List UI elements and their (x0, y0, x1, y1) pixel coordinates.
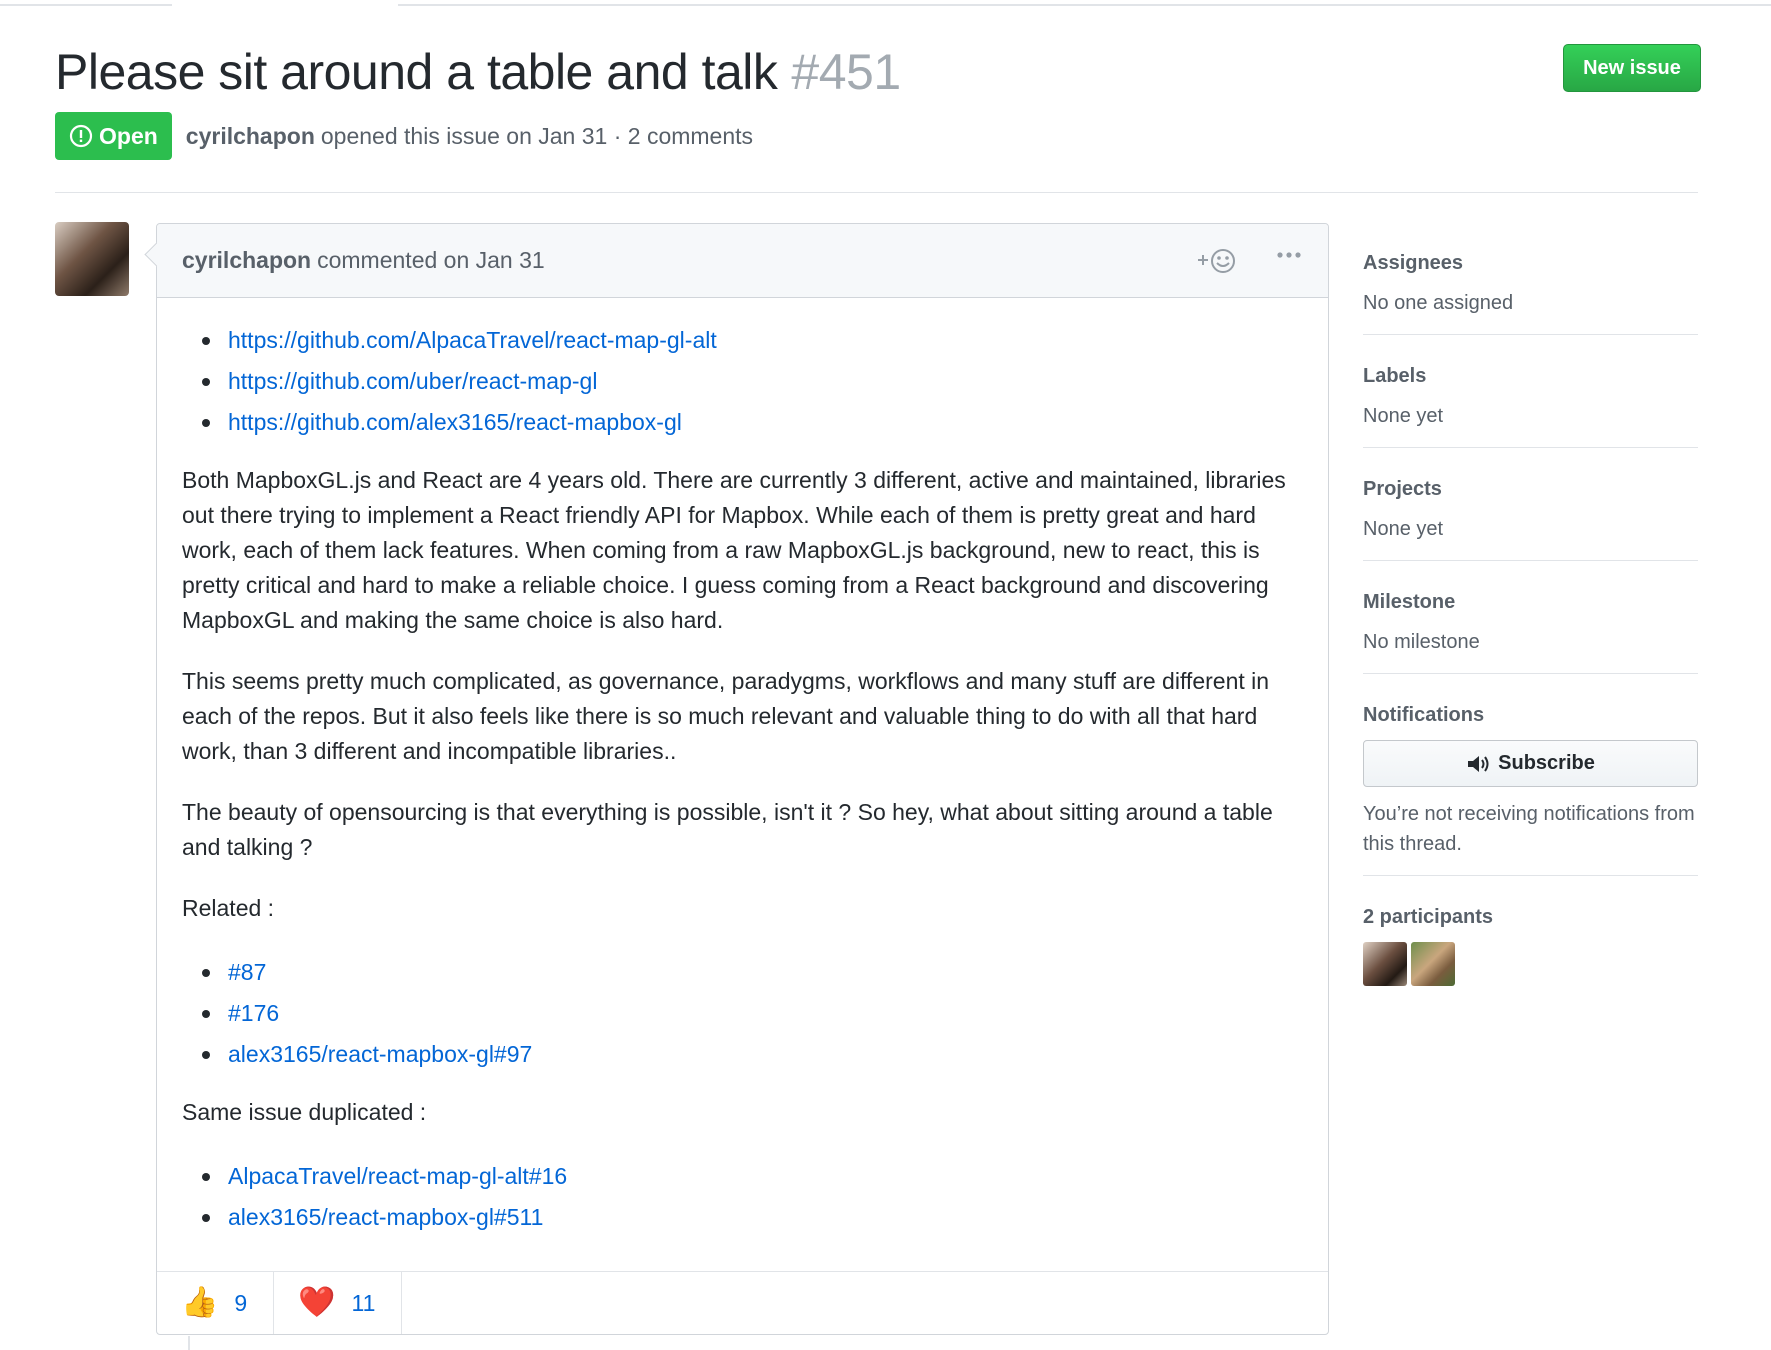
milestone-value: No milestone (1363, 631, 1480, 653)
smiley-plus-icon[interactable] (1196, 246, 1236, 276)
sidebar-labels: Labels None yet (1363, 351, 1698, 448)
assignees-value: No one assigned (1363, 292, 1514, 314)
labels-value: None yet (1363, 405, 1444, 427)
sidebar-projects: Projects None yet (1363, 464, 1698, 561)
reaction-heart[interactable]: ❤️ 11 (274, 1272, 403, 1334)
comment-meta[interactable]: commented on Jan 31 (317, 247, 545, 273)
issue-link[interactable]: alex3165/react-mapbox-gl#97 (228, 1041, 532, 1067)
thumbs-up-icon: 👍 (181, 1286, 219, 1319)
milestone-heading[interactable]: Milestone (1363, 585, 1698, 619)
avatar[interactable] (1363, 942, 1407, 986)
sidebar-milestone: Milestone No milestone (1363, 577, 1698, 674)
comment-paragraph: The beauty of opensourcing is that every… (182, 799, 1273, 860)
reaction-count: 11 (351, 1289, 376, 1316)
tab-underline (0, 4, 172, 6)
list-item: AlpacaTravel/react-map-gl-alt#16 (182, 1156, 1303, 1197)
projects-value: None yet (1363, 518, 1444, 540)
duplicated-list: AlpacaTravel/react-map-gl-alt#16 alex316… (182, 1156, 1303, 1238)
issue-title-text: Please sit around a table and talk (55, 44, 778, 100)
repo-link[interactable]: https://github.com/AlpacaTravel/react-ma… (228, 327, 717, 353)
header-divider (55, 192, 1698, 193)
comment-header-text: cyrilchapon commented on Jan 31 (182, 247, 545, 274)
comment-paragraph: Both MapboxGL.js and React are 4 years o… (182, 467, 1286, 633)
sidebar: Assignees No one assigned Labels None ye… (1363, 238, 1698, 986)
comment-box: cyrilchapon commented on Jan 31 https://g… (156, 223, 1329, 1335)
issue-link[interactable]: alex3165/react-mapbox-gl#511 (228, 1204, 543, 1230)
sidebar-notifications: Notifications Subscribe You’re not recei… (1363, 690, 1698, 876)
subscribe-button[interactable]: Subscribe (1363, 740, 1698, 787)
issue-title-row: Please sit around a table and talk #451 N… (55, 40, 1701, 110)
notifications-heading: Notifications (1363, 704, 1485, 726)
comment-author-link[interactable]: cyrilchapon (182, 247, 311, 273)
issue-meta-text: cyrilchapon opened this issue on Jan 31 ·… (186, 123, 753, 150)
list-item: #87 (182, 952, 1303, 993)
list-item: https://github.com/alex3165/react-mapbox… (182, 402, 1303, 443)
participants-list (1363, 942, 1698, 986)
sidebar-assignees: Assignees No one assigned (1363, 238, 1698, 335)
issue-link[interactable]: #87 (228, 959, 266, 985)
labels-heading[interactable]: Labels (1363, 359, 1698, 393)
assignees-heading[interactable]: Assignees (1363, 246, 1698, 280)
duplicated-label: Same issue duplicated : (182, 1099, 427, 1125)
comment-body: https://github.com/AlpacaTravel/react-ma… (157, 298, 1328, 1238)
reactions-bar: 👍 9 ❤️ 11 (157, 1271, 1328, 1334)
related-label: Related : (182, 895, 275, 921)
subscribe-label: Subscribe (1498, 752, 1595, 774)
list-item: https://github.com/uber/react-map-gl (182, 361, 1303, 402)
list-item: https://github.com/AlpacaTravel/react-ma… (182, 320, 1303, 361)
add-reaction-icon (1198, 249, 1235, 273)
top-tab-strip (0, 0, 1771, 6)
status-label: Open (99, 122, 158, 149)
reaction-count: 9 (234, 1289, 248, 1316)
more-options-icon (1277, 252, 1301, 258)
links-list: https://github.com/AlpacaTravel/react-ma… (182, 320, 1303, 443)
heart-icon: ❤️ (298, 1286, 336, 1319)
list-item: #176 (182, 993, 1303, 1034)
avatar[interactable] (1411, 942, 1455, 986)
notifications-note: You’re not receiving notifications from … (1363, 803, 1695, 855)
sidebar-participants: 2 participants (1363, 892, 1698, 986)
reaction-thumbs-up[interactable]: 👍 9 (157, 1272, 275, 1334)
timeline-line (188, 1336, 190, 1350)
issue-author-link[interactable]: cyrilchapon (186, 123, 315, 149)
issue-meta-detail: opened this issue on Jan 31 · 2 comments (320, 122, 754, 149)
new-issue-button[interactable]: New issue (1563, 44, 1701, 92)
issue-link[interactable]: AlpacaTravel/react-map-gl-alt#16 (228, 1163, 567, 1189)
repo-link[interactable]: https://github.com/alex3165/react-mapbox… (228, 409, 682, 435)
list-item: alex3165/react-mapbox-gl#97 (182, 1034, 1303, 1075)
comment-paragraph: This seems pretty much complicated, as g… (182, 668, 1270, 764)
related-list: #87 #176 alex3165/react-mapbox-gl#97 (182, 952, 1303, 1075)
list-item: alex3165/react-mapbox-gl#511 (182, 1197, 1303, 1238)
participants-heading: 2 participants (1363, 906, 1494, 928)
comment-header: cyrilchapon commented on Jan 31 (157, 224, 1328, 298)
repo-link[interactable]: https://github.com/uber/react-map-gl (228, 368, 597, 394)
projects-heading[interactable]: Projects (1363, 472, 1698, 506)
status-badge: Open (55, 112, 172, 160)
issue-number: #451 (791, 44, 901, 100)
mute-speaker-icon (1468, 755, 1489, 772)
issue-meta: Open cyrilchapon opened this issue on Jan… (55, 112, 753, 160)
issue-link[interactable]: #176 (228, 1000, 279, 1026)
avatar[interactable] (55, 222, 129, 296)
kebab-horizontal-icon[interactable] (1276, 240, 1302, 277)
issue-opened-icon (69, 124, 93, 148)
issue-title: Please sit around a table and talk #451 (55, 40, 1701, 104)
tab-underline (398, 4, 1771, 6)
